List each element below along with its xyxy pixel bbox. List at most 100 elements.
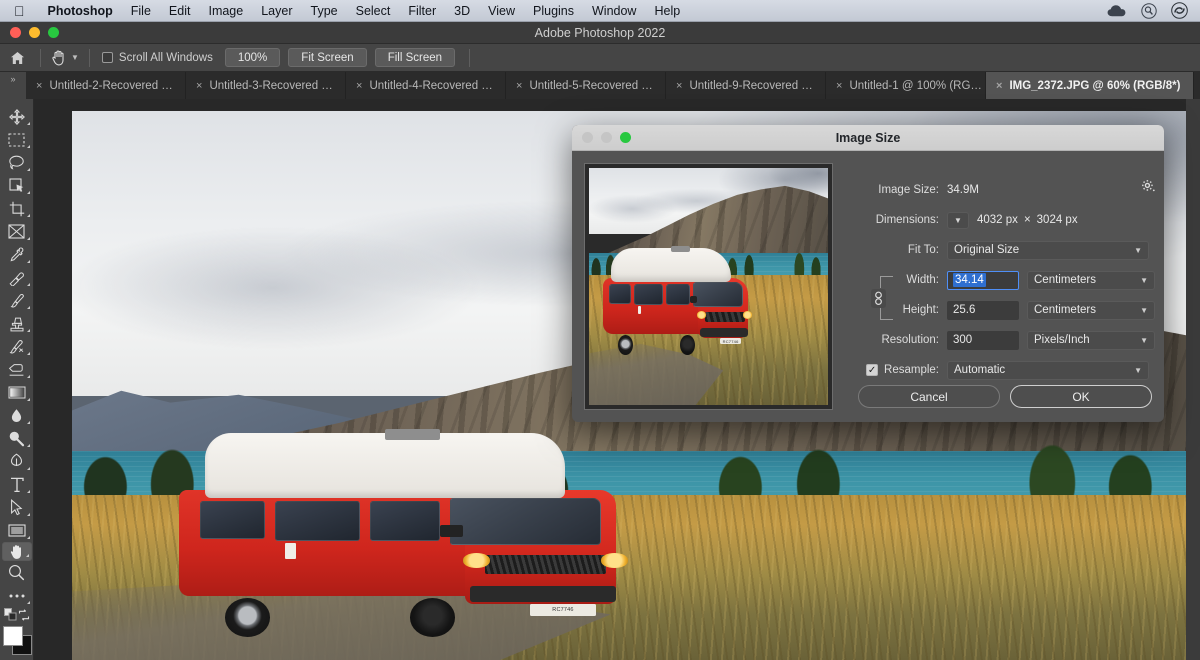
color-swatches [2,626,32,656]
van-grille [705,312,745,322]
menu-item-photoshop[interactable]: Photoshop [39,4,122,18]
scroll-all-windows-checkbox[interactable]: Scroll All Windows [96,52,219,64]
menu-item-select[interactable]: Select [347,4,400,18]
tab-untitled-4[interactable]: × Untitled-4-Recovered … [346,72,506,99]
frame-tool[interactable] [2,220,32,243]
dodge-tool[interactable] [2,427,32,450]
menu-item-edit[interactable]: Edit [160,4,200,18]
checkbox-box[interactable] [102,52,113,63]
width-unit-value: Centimeters [1034,274,1096,286]
width-input-value: 34.14 [953,273,986,287]
foreground-color-swatch[interactable] [3,626,23,646]
height-input[interactable]: 25.6 [947,301,1019,320]
menu-item-help[interactable]: Help [645,4,689,18]
eraser-tool[interactable] [2,358,32,381]
type-tool[interactable] [2,473,32,496]
rectangular-marquee-tool[interactable] [2,128,32,151]
tool-flyout-indicator [27,601,30,604]
fit-screen-button[interactable]: Fit Screen [288,48,366,67]
van-front-wheel [680,335,695,355]
menu-item-view[interactable]: View [479,4,524,18]
tab-untitled-5[interactable]: × Untitled-5-Recovered … [506,72,666,99]
swap-colors-icon[interactable] [18,608,30,626]
pen-tool[interactable] [2,450,32,473]
blur-tool[interactable] [2,404,32,427]
zoom-100-button[interactable]: 100% [225,48,280,67]
dialog-body: RC7746 Image Size: 34.9M Dime [572,151,1164,422]
ok-button[interactable]: OK [1010,385,1152,408]
edit-toolbar-tool[interactable] [2,584,32,607]
close-icon[interactable]: × [36,80,42,92]
tab-untitled-1[interactable]: × Untitled-1 @ 100% (RG… [826,72,986,99]
tool-flyout-indicator [27,490,30,493]
resample-checkbox[interactable]: ✓ [866,364,878,376]
move-tool[interactable] [2,105,32,128]
collapsed-panel-strip[interactable] [1186,99,1200,660]
cloud-icon[interactable] [1107,4,1127,17]
width-unit-select[interactable]: Centimeters ▼ [1027,271,1155,290]
resolution-unit-select[interactable]: Pixels/Inch ▼ [1027,331,1155,350]
lasso-tool[interactable] [2,151,32,174]
close-icon[interactable]: × [516,80,522,92]
resample-select[interactable]: Automatic ▼ [947,361,1149,380]
width-row: Width: 34.14 Centimeters ▼ [859,267,1155,293]
clone-stamp-tool[interactable] [2,312,32,335]
close-icon[interactable]: × [836,80,842,92]
menu-item-window[interactable]: Window [583,4,645,18]
rectangle-tool[interactable] [2,519,32,542]
eyedropper-tool[interactable] [2,243,32,266]
crop-tool[interactable] [2,197,32,220]
fit-to-row: Fit To: Original Size ▼ [859,237,1155,263]
menu-item-filter[interactable]: Filter [399,4,445,18]
fit-to-select[interactable]: Original Size ▼ [947,241,1149,260]
home-icon[interactable] [0,51,34,65]
tab-img-2372[interactable]: × IMG_2372.JPG @ 60% (RGB/8*) [986,72,1194,99]
tab-untitled-2[interactable]: × Untitled-2-Recovered … [26,72,186,99]
close-icon[interactable]: × [676,80,682,92]
zoom-tool[interactable] [2,561,32,584]
options-bar: ▼ Scroll All Windows 100% Fit Screen Fil… [0,44,1200,72]
cancel-button[interactable]: Cancel [858,385,1000,408]
close-icon[interactable]: × [196,80,202,92]
active-tool-hand[interactable]: ▼ [47,49,83,66]
brush-tool[interactable] [2,289,32,312]
close-icon[interactable]: × [996,80,1002,92]
tab-overflow-icon[interactable]: » [0,72,26,99]
gear-icon[interactable] [1141,179,1155,196]
menu-item-type[interactable]: Type [302,4,347,18]
apple-logo-icon[interactable]:  [14,4,25,18]
menu-item-3d[interactable]: 3D [445,4,479,18]
tool-flyout-indicator [27,536,30,539]
tool-flyout-indicator [27,513,30,516]
height-unit-select[interactable]: Centimeters ▼ [1027,301,1155,320]
menu-item-layer[interactable]: Layer [252,4,301,18]
hand-tool[interactable] [2,542,32,561]
tool-flyout-indicator [27,398,30,401]
document-tab-bar: » × Untitled-2-Recovered … × Untitled-3-… [0,72,1200,99]
scroll-all-windows-label: Scroll All Windows [119,52,213,64]
fit-to-value: Original Size [954,244,1019,256]
path-selection-tool[interactable] [2,496,32,519]
menu-item-image[interactable]: Image [199,4,252,18]
tab-untitled-3[interactable]: × Untitled-3-Recovered … [186,72,346,99]
history-brush-tool[interactable] [2,335,32,358]
menu-item-plugins[interactable]: Plugins [524,4,583,18]
default-colors-icon[interactable] [4,608,17,626]
chevron-down-icon[interactable]: ▼ [947,212,969,229]
creative-cloud-icon[interactable] [1171,2,1188,19]
chevron-down-icon[interactable]: ▼ [71,53,79,62]
object-selection-tool[interactable] [2,174,32,197]
close-icon[interactable]: × [356,80,362,92]
van-grille [485,555,605,573]
image-size-preview[interactable]: RC7746 [584,163,833,410]
spotlight-search-icon[interactable] [1141,3,1157,19]
resolution-input[interactable]: 300 [947,331,1019,350]
tab-untitled-9[interactable]: × Untitled-9-Recovered … [666,72,826,99]
fill-screen-button[interactable]: Fill Screen [375,48,455,67]
image-size-dialog[interactable]: Image Size [572,125,1164,422]
gradient-tool[interactable] [2,381,32,404]
width-input[interactable]: 34.14 [947,271,1019,290]
spot-healing-brush-tool[interactable] [2,266,32,289]
resolution-unit-value: Pixels/Inch [1034,334,1090,346]
menu-item-file[interactable]: File [122,4,160,18]
